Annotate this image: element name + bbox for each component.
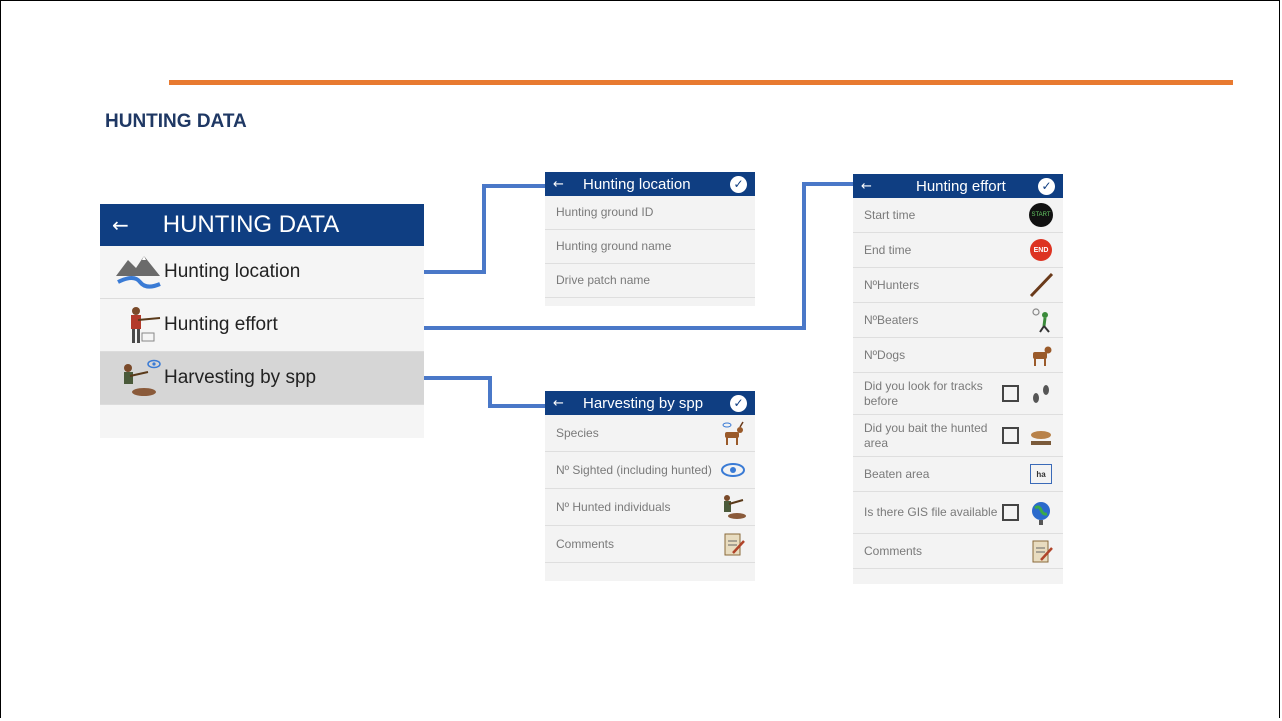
hunting-effort-screen: ← Hunting effort ✓ Start time START End … — [853, 174, 1063, 584]
field-label: Did you bait the hunted area — [864, 420, 988, 450]
field-gis-file[interactable]: Is there GIS file available — [853, 492, 1063, 534]
hunter-icon — [131, 307, 161, 343]
arrow-left-icon[interactable]: ← — [553, 177, 583, 192]
harvest-app-bar: ← Harvesting by spp ✓ — [545, 391, 755, 415]
field-sighted[interactable]: Nº Sighted (including hunted) — [545, 452, 755, 489]
location-app-title: Hunting location — [583, 175, 691, 193]
field-label: NºDogs — [864, 347, 906, 362]
connector-location — [423, 184, 547, 274]
clipboard-icon — [724, 533, 745, 556]
field-hunting-ground-name[interactable]: Hunting ground name — [545, 230, 755, 264]
menu-item-label: Hunting effort — [164, 314, 278, 335]
field-label: NºBeaters — [864, 312, 919, 327]
main-app-bar: ← HUNTING DATA — [100, 204, 424, 246]
connector-harvest — [423, 376, 547, 408]
rifle-icon — [1029, 272, 1054, 298]
slide: HUNTING DATA ← HUNTING DATA Hunting loca… — [0, 0, 1280, 718]
field-label: Species — [556, 425, 599, 440]
field-bait-area[interactable]: Did you bait the hunted area — [853, 415, 1063, 457]
field-hunters[interactable]: NºHunters — [853, 268, 1063, 303]
start-badge-icon: START — [1027, 202, 1055, 228]
gis-checkbox[interactable] — [1002, 504, 1019, 521]
field-tracks-before[interactable]: Did you look for tracks before — [853, 373, 1063, 415]
hectare-icon: ha — [1027, 461, 1055, 487]
menu-item-label: Hunting location — [164, 261, 301, 282]
field-label: Did you look for tracks before — [864, 378, 983, 408]
eye-icon — [721, 463, 745, 477]
field-drive-patch-name[interactable]: Drive patch name — [545, 264, 755, 298]
end-badge-icon: END — [1027, 237, 1055, 263]
globe-icon — [1032, 501, 1050, 525]
effort-app-title: Hunting effort — [916, 177, 1006, 195]
clipboard-icon — [1032, 540, 1053, 563]
main-screen: ← HUNTING DATA Hunting location Hunting … — [100, 204, 424, 438]
field-label: Is there GIS file available — [864, 505, 998, 519]
check-icon[interactable]: ✓ — [730, 175, 747, 193]
hunter-kneel-icon — [724, 495, 746, 519]
field-label: Comments — [864, 543, 923, 558]
check-icon[interactable]: ✓ — [730, 394, 747, 412]
arrow-left-icon[interactable]: ← — [553, 396, 583, 411]
menu-item-hunting-effort[interactable]: Hunting effort — [100, 299, 424, 352]
field-label: Start time — [864, 207, 916, 222]
field-dogs[interactable]: NºDogs — [853, 338, 1063, 373]
field-beaten-area[interactable]: Beaten area ha — [853, 457, 1063, 492]
tracks-icon — [1033, 384, 1049, 403]
field-species[interactable]: Species — [545, 415, 755, 452]
effort-app-bar: ← Hunting effort ✓ — [853, 174, 1063, 198]
hunting-location-screen: ← Hunting location ✓ Hunting ground ID H… — [545, 172, 755, 306]
check-icon[interactable]: ✓ — [1038, 177, 1055, 195]
bait-icon — [1031, 430, 1051, 445]
harvest-icon — [124, 359, 161, 396]
field-label: Hunting ground name — [556, 239, 672, 253]
harvest-app-title: Harvesting by spp — [583, 394, 704, 412]
field-label: Hunting ground ID — [556, 205, 654, 219]
field-hunting-ground-id[interactable]: Hunting ground ID — [545, 196, 755, 230]
arrow-left-icon[interactable]: ← — [112, 213, 129, 237]
deer-icon — [722, 421, 744, 445]
field-label: End time — [864, 242, 912, 257]
landscape-icon — [116, 256, 161, 289]
menu-item-hunting-location[interactable]: Hunting location — [100, 246, 424, 299]
menu-item-label: Harvesting by spp — [164, 367, 317, 388]
field-label: Beaten area — [864, 466, 930, 481]
bait-checkbox[interactable] — [1002, 427, 1019, 444]
field-comments[interactable]: Comments — [545, 526, 755, 563]
main-app-title: HUNTING DATA — [162, 211, 340, 238]
dog-icon — [1033, 346, 1052, 366]
field-start-time[interactable]: Start time START — [853, 198, 1063, 233]
location-app-bar: ← Hunting location ✓ — [545, 172, 755, 196]
field-label: NºHunters — [864, 277, 920, 292]
field-label: Comments — [556, 536, 615, 551]
field-comments[interactable]: Comments — [853, 534, 1063, 569]
arrow-left-icon[interactable]: ← — [861, 179, 891, 194]
field-label: Nº Hunted individuals — [556, 499, 671, 514]
harvesting-screen: ← Harvesting by spp ✓ Species Nº Sighted… — [545, 391, 755, 581]
menu-item-harvesting-by-spp[interactable]: Harvesting by spp — [100, 352, 424, 405]
field-label: Nº Sighted (including hunted) — [556, 462, 712, 477]
field-beaters[interactable]: NºBeaters — [853, 303, 1063, 338]
field-hunted-individuals[interactable]: Nº Hunted individuals — [545, 489, 755, 526]
field-end-time[interactable]: End time END — [853, 233, 1063, 268]
tracks-checkbox[interactable] — [1002, 385, 1019, 402]
beater-icon — [1032, 308, 1050, 333]
field-label: Drive patch name — [556, 273, 651, 287]
